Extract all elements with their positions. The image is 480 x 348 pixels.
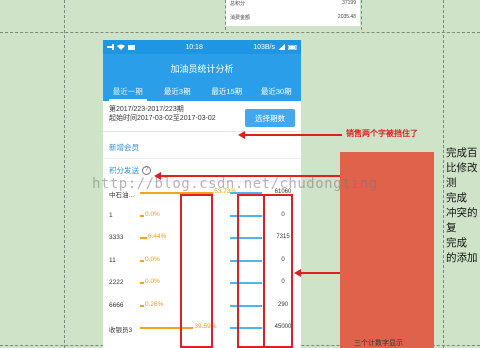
battery-icon — [288, 44, 297, 50]
wifi-icon — [117, 44, 125, 50]
tab-latest-1[interactable]: 最近一期 — [103, 82, 153, 101]
note-line: 的添加 — [446, 252, 478, 264]
select-period-button[interactable]: 选择期数 — [245, 109, 295, 127]
block-caption: 三个计数字显示 — [354, 340, 403, 347]
card-icon — [128, 44, 135, 50]
annotation-text: 销售两个字被挡住了 — [346, 129, 418, 138]
signal-icon — [278, 44, 285, 50]
tab-latest-30[interactable]: 最近30期 — [252, 82, 302, 101]
row-name: 收银员3 — [109, 327, 133, 334]
grid-line — [443, 0, 444, 348]
page-title: 加油员统计分析 — [103, 54, 301, 82]
arrow-head-icon — [238, 131, 245, 139]
row-name: 1 — [109, 211, 113, 219]
receipt-label: 消费金额 — [230, 15, 251, 21]
note-line: 比修改 — [446, 162, 478, 174]
tab-latest-3[interactable]: 最近3期 — [153, 82, 203, 101]
row-percent: 6.44% — [147, 233, 168, 240]
new-member-link[interactable]: 新增会员 — [103, 136, 301, 159]
status-bar: 10:18 103B/s — [103, 40, 301, 54]
net-speed: 103B/s — [253, 43, 275, 51]
grid-line — [0, 32, 480, 33]
arrow-head-icon — [294, 269, 301, 277]
period-info: 第2017/223-2017/223期 起始时间2017-03-02至2017-… — [103, 101, 301, 131]
note-line: 完成百 — [446, 147, 478, 159]
row-percent: 0.0% — [144, 210, 161, 218]
receipt-value: 2035.48 — [337, 14, 356, 20]
annotation-arrow — [300, 272, 340, 274]
watermark: http://blog.csdn.net/chudongting — [92, 176, 378, 192]
annotation-arrow — [244, 134, 342, 136]
receipt-label: 总积分 — [230, 1, 246, 7]
help-icon[interactable]: ? — [142, 165, 151, 175]
points-sent-label: 积分发送 — [109, 165, 139, 175]
note-line: 冲突的 — [446, 207, 478, 219]
highlight-box-bar — [237, 194, 265, 348]
side-notes: 完成百 比修改 测 完成 冲突的 复 完成 的添加 — [446, 146, 478, 266]
row-percent: 0.0% — [144, 255, 161, 263]
grid-line — [64, 0, 65, 348]
note-line: 完成 — [446, 192, 467, 204]
receipt-snippet: 总积分 37199 消费金额 2035.48 — [226, 0, 360, 26]
usb-icon — [107, 44, 114, 50]
receipt-value: 37199 — [342, 0, 356, 6]
row-name: 6666 — [109, 301, 124, 309]
row-percent: 0.0% — [144, 278, 161, 285]
tab-latest-15[interactable]: 最近15期 — [202, 82, 252, 101]
row-percent: 0.26% — [144, 300, 165, 308]
row-name: 2222 — [109, 279, 124, 286]
row-name: 11 — [109, 256, 116, 264]
status-time: 10:18 — [185, 43, 203, 51]
note-line: 测 — [446, 177, 457, 189]
note-line: 完成 — [446, 237, 467, 249]
row-name: 3333 — [109, 234, 124, 241]
highlight-box-pct — [180, 194, 213, 348]
grid-line — [361, 0, 362, 30]
highlight-box-value — [263, 194, 293, 348]
new-member-label: 新增会员 — [109, 142, 139, 152]
note-line: 复 — [446, 222, 457, 234]
period-tabs: 最近一期 最近3期 最近15期 最近30期 — [103, 82, 301, 101]
